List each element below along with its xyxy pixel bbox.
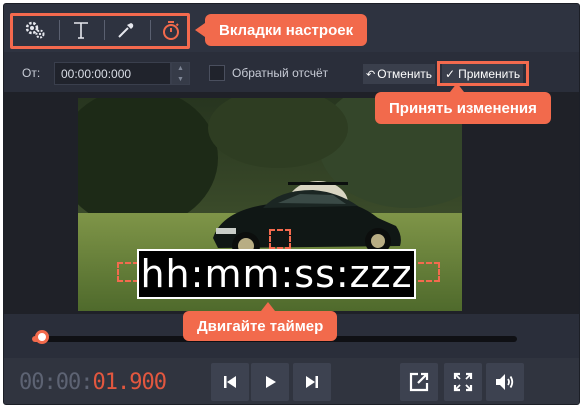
play-button[interactable] [251,363,289,401]
callout-pointer [195,23,205,37]
callout-move-text: Двигайте таймер [197,317,324,335]
skip-back-icon [224,376,236,388]
timer-anchor-handle[interactable] [269,229,291,249]
fullscreen-icon [453,372,473,392]
callout-pointer [261,302,275,311]
callout-apply-text: Принять изменения [389,99,537,117]
callout-move: Двигайте таймер [183,302,338,341]
countdown-label: Обратный отсчёт [232,66,329,80]
callout-tabs-text: Вкладки настроек [219,21,354,39]
undo-icon: ↶ [366,68,376,81]
timer-left-handle[interactable] [117,262,139,282]
timecode-display: 00:00:01.900 [19,370,167,395]
volume-button[interactable] [486,363,524,401]
timer-editor-window: От: ▲ ▼ Обратный отсчёт ↶ Отменить ✓ При… [3,3,580,405]
stepper-down-icon[interactable]: ▼ [172,74,189,85]
callout-pointer [450,83,464,92]
stepper-up-icon[interactable]: ▲ [172,63,189,74]
start-time-stepper[interactable]: ▲ ▼ [171,62,190,85]
countdown-checkbox[interactable] [209,65,225,81]
fullscreen-button[interactable] [444,363,482,401]
tabs-highlight-frame [10,13,190,49]
callout-apply: Принять изменения [375,83,551,124]
play-icon [266,376,276,388]
start-time-input[interactable] [54,62,171,85]
cancel-button-label: Отменить [377,67,433,81]
timecode-elapsed-value: 01.900 [92,370,166,395]
from-label: От: [22,66,41,80]
open-external-button[interactable] [400,363,438,401]
speaker-icon [496,374,514,390]
timecode-elapsed-prefix: 00:00: [19,370,93,395]
next-frame-button[interactable] [293,363,331,401]
playback-bar: 00:00:01.900 [4,358,579,404]
external-window-icon [409,372,429,392]
callout-tabs: Вкладки настроек [195,14,368,46]
seek-thumb[interactable] [34,330,49,344]
timer-right-handle[interactable] [418,262,440,282]
timer-controls: От: ▲ ▼ Обратный отсчёт ↶ Отменить ✓ При… [4,56,579,92]
previous-frame-button[interactable] [211,363,249,401]
cancel-button[interactable]: ↶ Отменить [363,64,436,84]
skip-forward-icon [306,376,318,388]
timer-overlay[interactable]: hh:mm:ss:zzz [137,249,416,299]
